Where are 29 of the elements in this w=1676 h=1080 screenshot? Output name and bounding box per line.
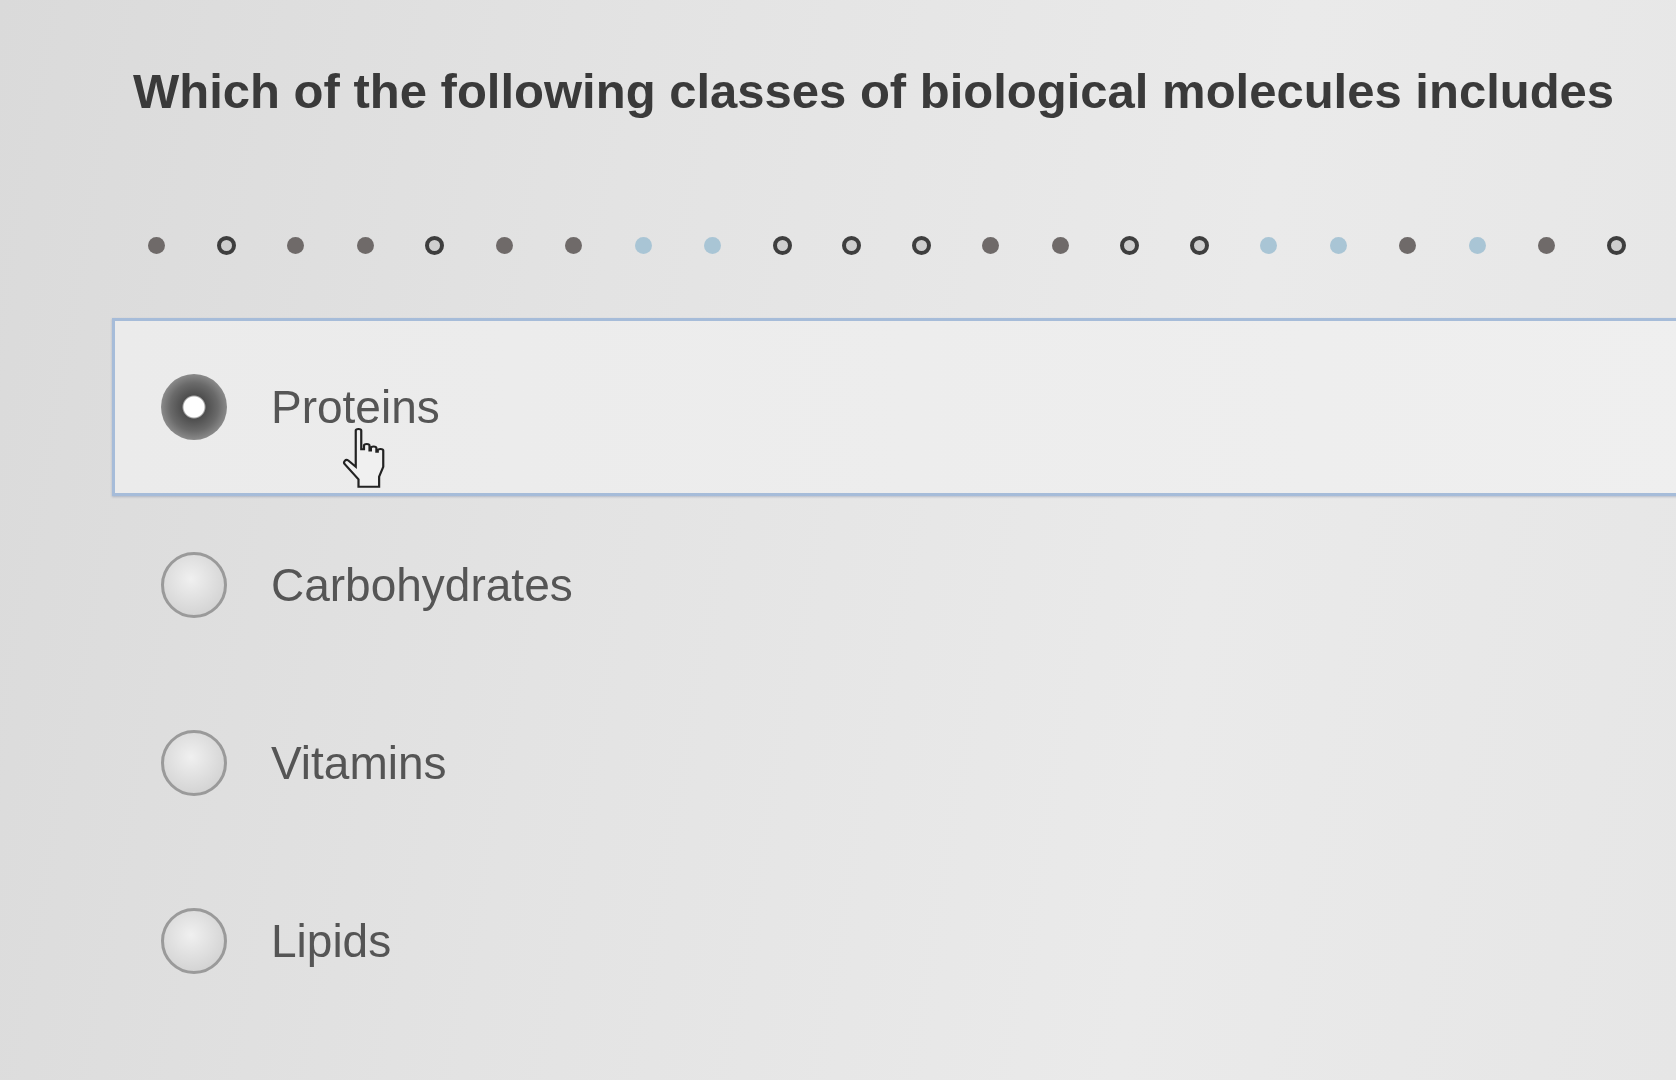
dot-icon[interactable] [1538,236,1556,254]
answer-label[interactable]: Vitamins [271,735,447,791]
ring-icon[interactable] [842,235,862,255]
ring-icon[interactable] [1120,235,1140,255]
dot-icon[interactable] [148,236,166,254]
dot-icon[interactable] [634,236,652,254]
dot-icon[interactable] [1399,236,1417,254]
answer-label[interactable]: Proteins [271,379,440,435]
dot-icon[interactable] [1329,236,1347,254]
ring-icon[interactable] [1606,235,1626,255]
ring-icon[interactable] [425,235,445,255]
dot-icon[interactable] [982,236,1000,254]
ring-icon[interactable] [216,235,236,255]
dot-icon[interactable] [287,236,305,254]
question-text: Which of the following classes of biological molecules includes [133,63,1615,120]
ring-icon[interactable] [911,235,931,255]
dot-icon[interactable] [565,236,583,254]
dot-icon[interactable] [704,236,722,254]
ring-icon[interactable] [1189,235,1209,255]
selected-answer-box[interactable]: Proteins [112,318,1676,496]
hand-cursor-icon [342,428,386,488]
dot-icon[interactable] [1468,236,1486,254]
answer-label[interactable]: Carbohydrates [271,557,573,613]
ring-icon[interactable] [772,235,792,255]
dot-icon[interactable] [1260,236,1278,254]
answer-label[interactable]: Lipids [271,913,392,969]
dot-icon[interactable] [356,236,374,254]
dot-icon[interactable] [495,236,513,254]
dot-icon[interactable] [1051,236,1069,254]
